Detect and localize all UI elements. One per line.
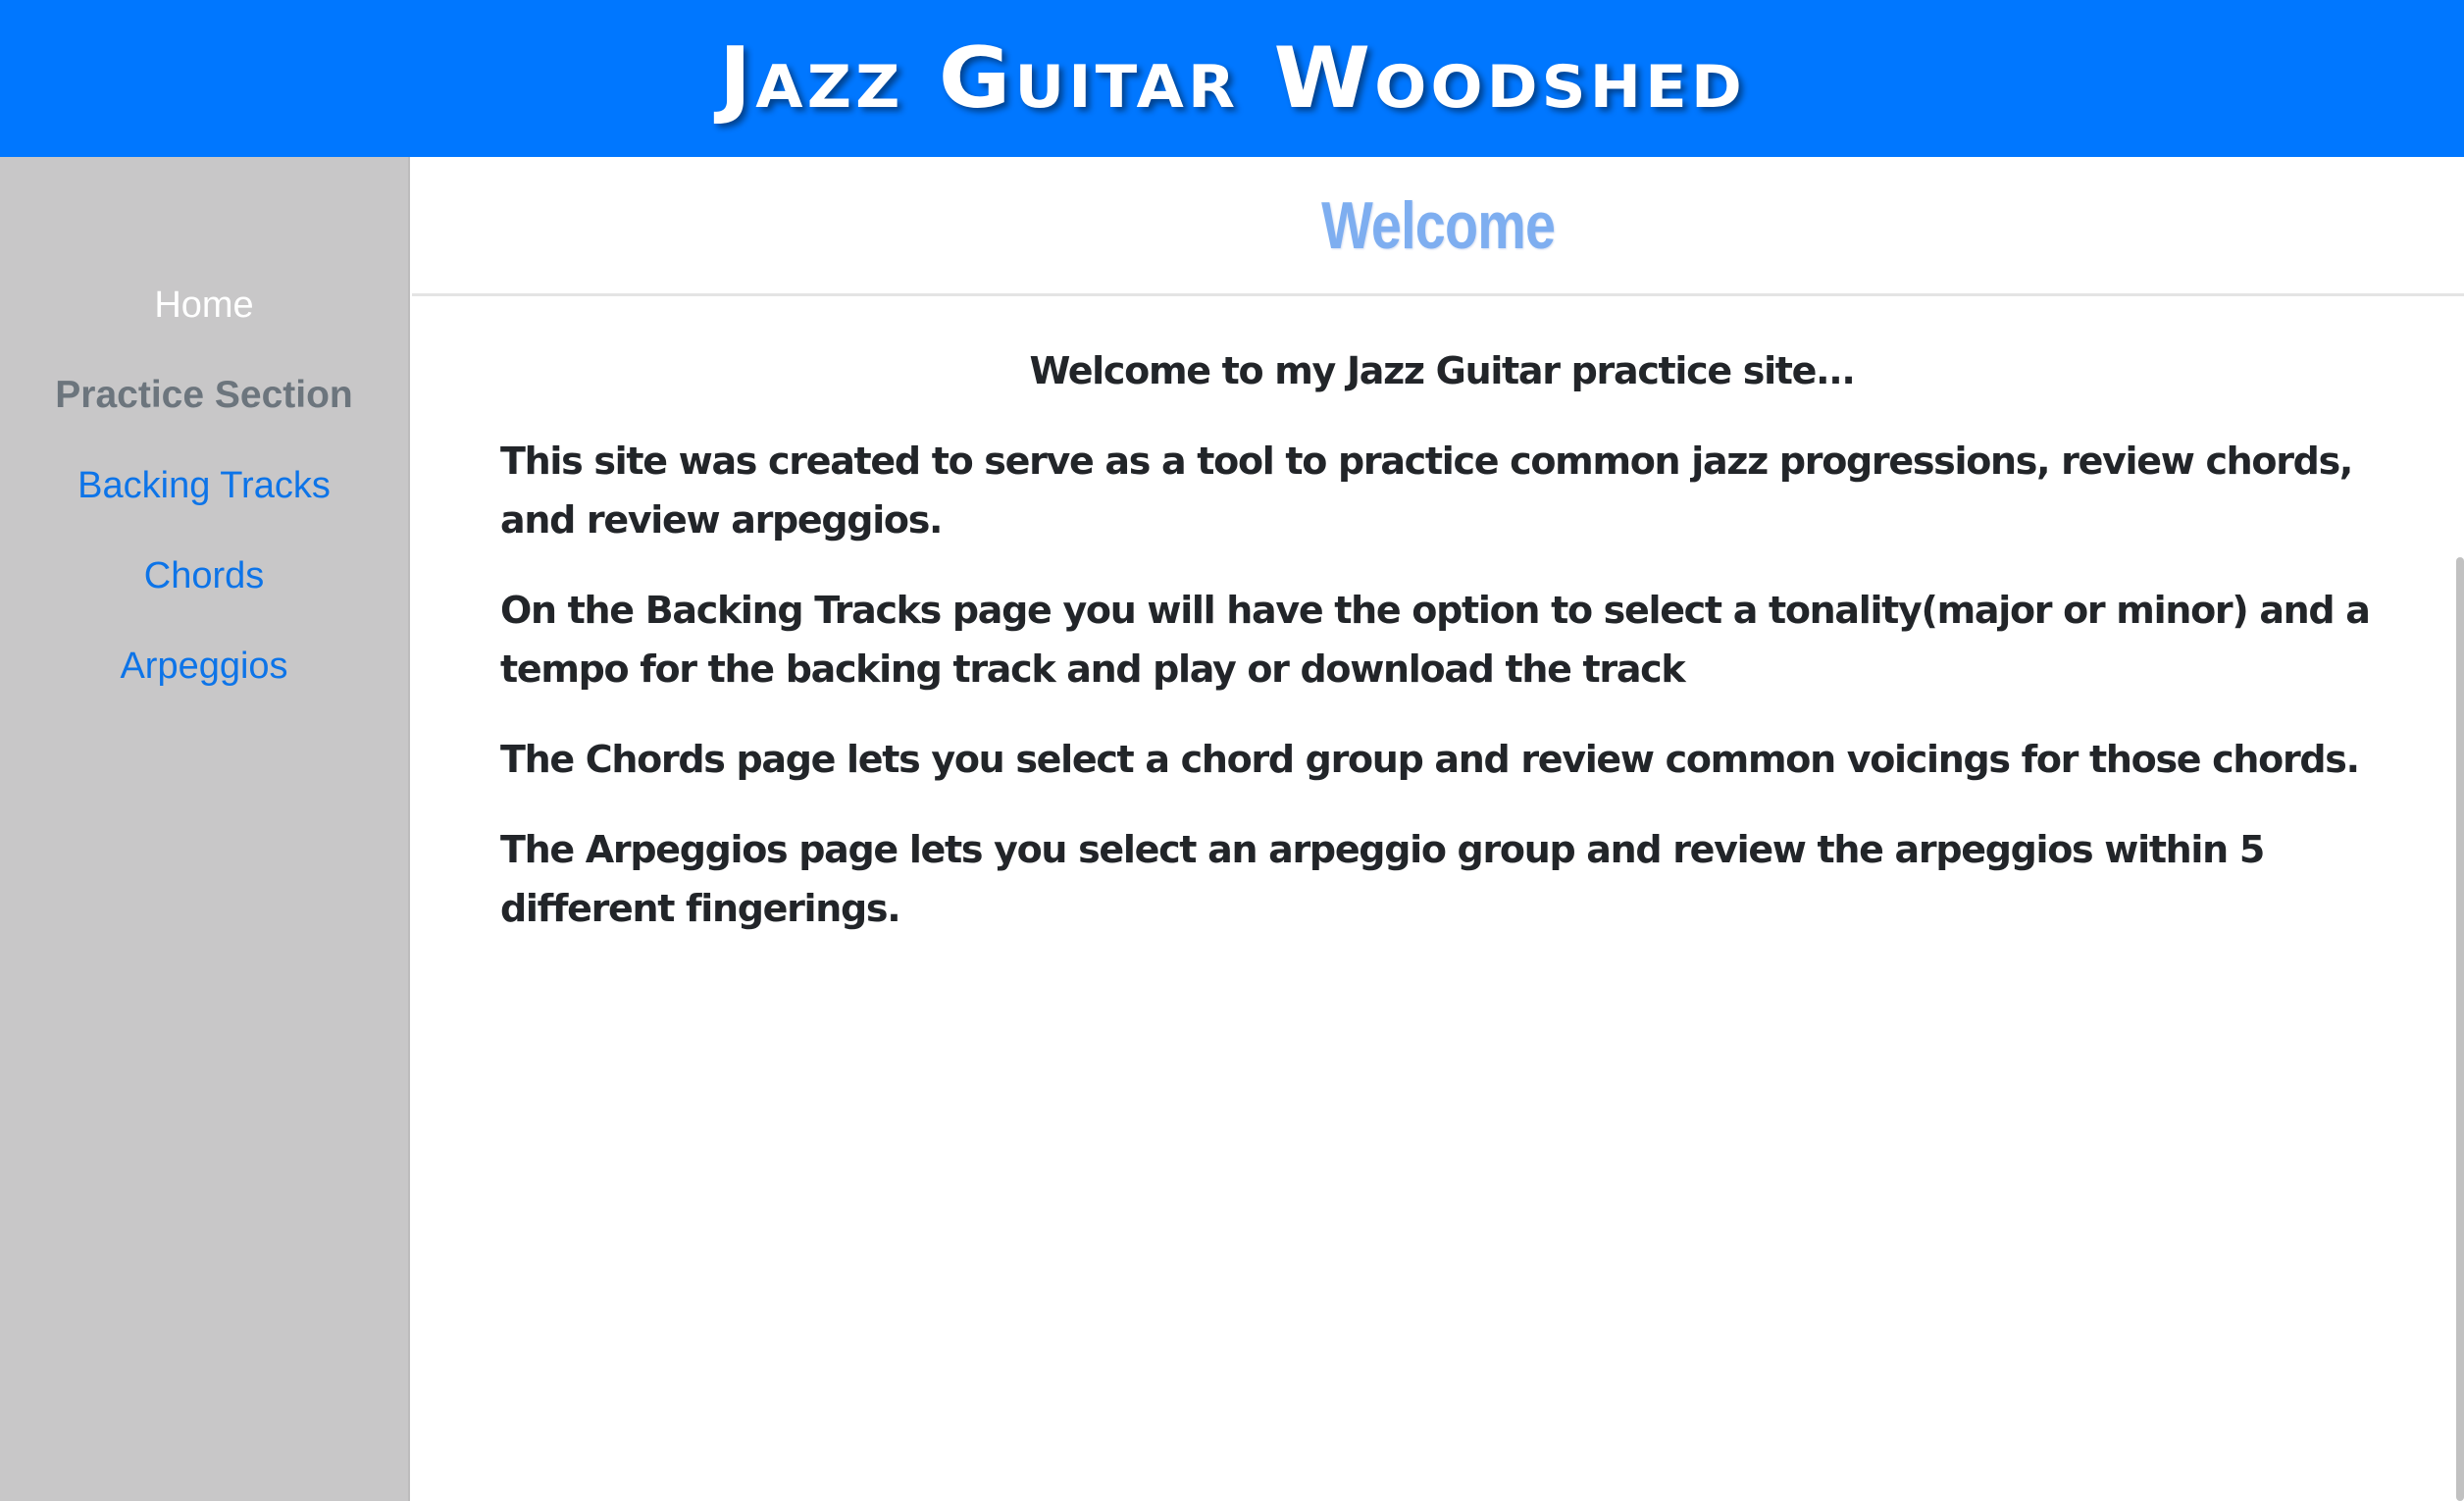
main-content: Welcome Welcome to my Jazz Guitar practi… bbox=[412, 157, 2464, 1501]
sidebar-nav: Home Practice Section Backing Tracks Cho… bbox=[0, 157, 408, 724]
sidebar-item-arpeggios[interactable]: Arpeggios bbox=[0, 634, 408, 724]
paragraph-backing-tracks: On the Backing Tracks page you will have… bbox=[500, 589, 2371, 691]
site-header: Jazz Guitar Woodshed bbox=[0, 0, 2464, 157]
sidebar-item-chords[interactable]: Chords bbox=[0, 543, 408, 634]
site-title: Jazz Guitar Woodshed bbox=[718, 29, 1746, 128]
sidebar-section-practice: Practice Section bbox=[55, 374, 353, 416]
paragraph-chords: The Chords page lets you select a chord … bbox=[500, 738, 2360, 781]
vertical-scrollbar[interactable] bbox=[2456, 557, 2464, 1501]
paragraph-arpeggios: The Arpeggios page lets you select an ar… bbox=[500, 828, 2265, 930]
page-heading-bar: Welcome bbox=[412, 157, 2464, 296]
intro-text: Welcome to my Jazz Guitar practice site.… bbox=[1029, 349, 1855, 392]
sidebar-item-backing-tracks[interactable]: Backing Tracks bbox=[0, 453, 408, 543]
sidebar: Home Practice Section Backing Tracks Cho… bbox=[0, 157, 410, 1501]
welcome-text: Welcome to my Jazz Guitar practice site.… bbox=[412, 296, 2464, 938]
sidebar-item-home[interactable]: Home bbox=[0, 273, 408, 363]
page-title: Welcome bbox=[1320, 187, 1556, 263]
paragraph-purpose: This site was created to serve as a tool… bbox=[500, 440, 2353, 542]
